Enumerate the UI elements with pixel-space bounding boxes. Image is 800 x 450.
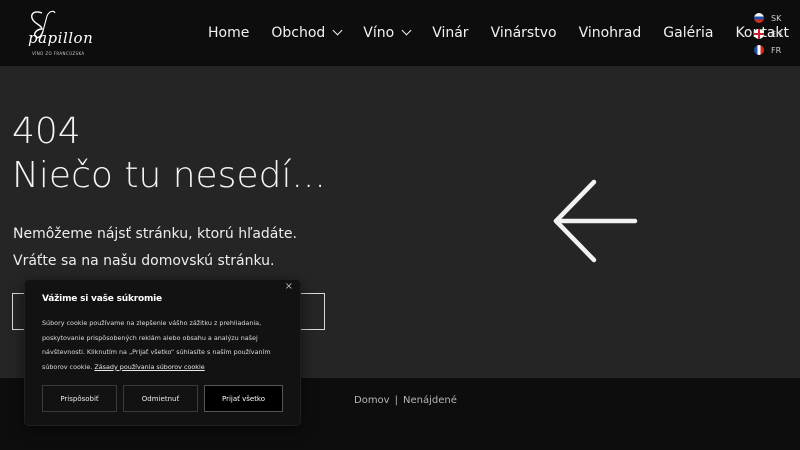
nav-item-vinohrad[interactable]: Vinohrad [579,25,642,41]
nav-label: Vinárstvo [490,25,557,41]
language-switcher: SK EN FR [754,10,782,58]
nav-label: Víno [363,25,395,41]
nav-label: Obchod [271,25,326,41]
close-icon[interactable]: × [285,281,293,292]
papillon-logo[interactable]: papillon VÍNO ZO FRANCÚZSKA [24,7,93,59]
nav-item-home[interactable]: Home [208,25,249,41]
nav-label: Vinohrad [578,25,642,41]
site-header: papillon VÍNO ZO FRANCÚZSKA Home Obchod … [0,0,800,66]
main-nav: Home Obchod Víno Vinár Vinárstvo Vinohra… [208,0,789,66]
cookie-text: Súbory cookie používame na zlepšenie váš… [42,316,290,374]
fr-flag-icon [754,45,764,55]
error-headline: Niečo tu nesedí... [12,155,326,196]
cookie-title: Vážime si vaše súkromie [42,294,162,304]
lang-sk[interactable]: SK [754,10,782,26]
lang-en[interactable]: EN [754,26,782,42]
lang-code: EN [771,29,783,39]
error-message-line1: Nemôžeme nájsť stránku, ktorú hľadáte. [13,226,297,242]
error-code: 404 [12,111,81,152]
cookie-policy-link[interactable]: Zásady používania súborov cookie [94,363,204,371]
nav-label: Vinár [432,25,469,41]
en-flag-icon [754,29,764,39]
logo-subtitle: VÍNO ZO FRANCÚZSKA [32,51,85,56]
lang-code: SK [771,13,782,23]
arrow-left-icon [553,179,638,263]
breadcrumb-current: Nenájdené [402,395,457,406]
breadcrumb-separator: | [394,395,398,406]
nav-label: Galéria [663,25,714,41]
cookie-reject-button[interactable]: Odmietnuť [123,385,198,412]
lang-fr[interactable]: FR [754,42,782,58]
chevron-down-icon[interactable] [332,25,343,36]
breadcrumb: Domov | Nenájdené [354,395,457,406]
nav-item-obchod[interactable]: Obchod [271,25,343,41]
logo-wordmark: papillon [28,29,94,47]
nav-item-vino[interactable]: Víno [363,25,412,41]
nav-item-galeria[interactable]: Galéria [663,25,713,41]
error-message-line2: Vráťte sa na našu domovskú stránku. [13,253,275,269]
nav-item-vinar[interactable]: Vinár [432,25,468,41]
cookie-consent-dialog: × Vážime si vaše súkromie Súbory cookie … [25,280,300,425]
chevron-down-icon[interactable] [401,25,412,36]
sk-flag-icon [754,13,764,23]
nav-label: Home [208,25,250,41]
cookie-accept-all-button[interactable]: Prijať všetko [204,385,283,412]
lang-code: FR [771,45,782,55]
cookie-customize-button[interactable]: Prispôsobiť [42,385,117,412]
nav-item-vinarstvo[interactable]: Vinárstvo [491,25,557,41]
breadcrumb-home[interactable]: Domov [354,395,390,406]
